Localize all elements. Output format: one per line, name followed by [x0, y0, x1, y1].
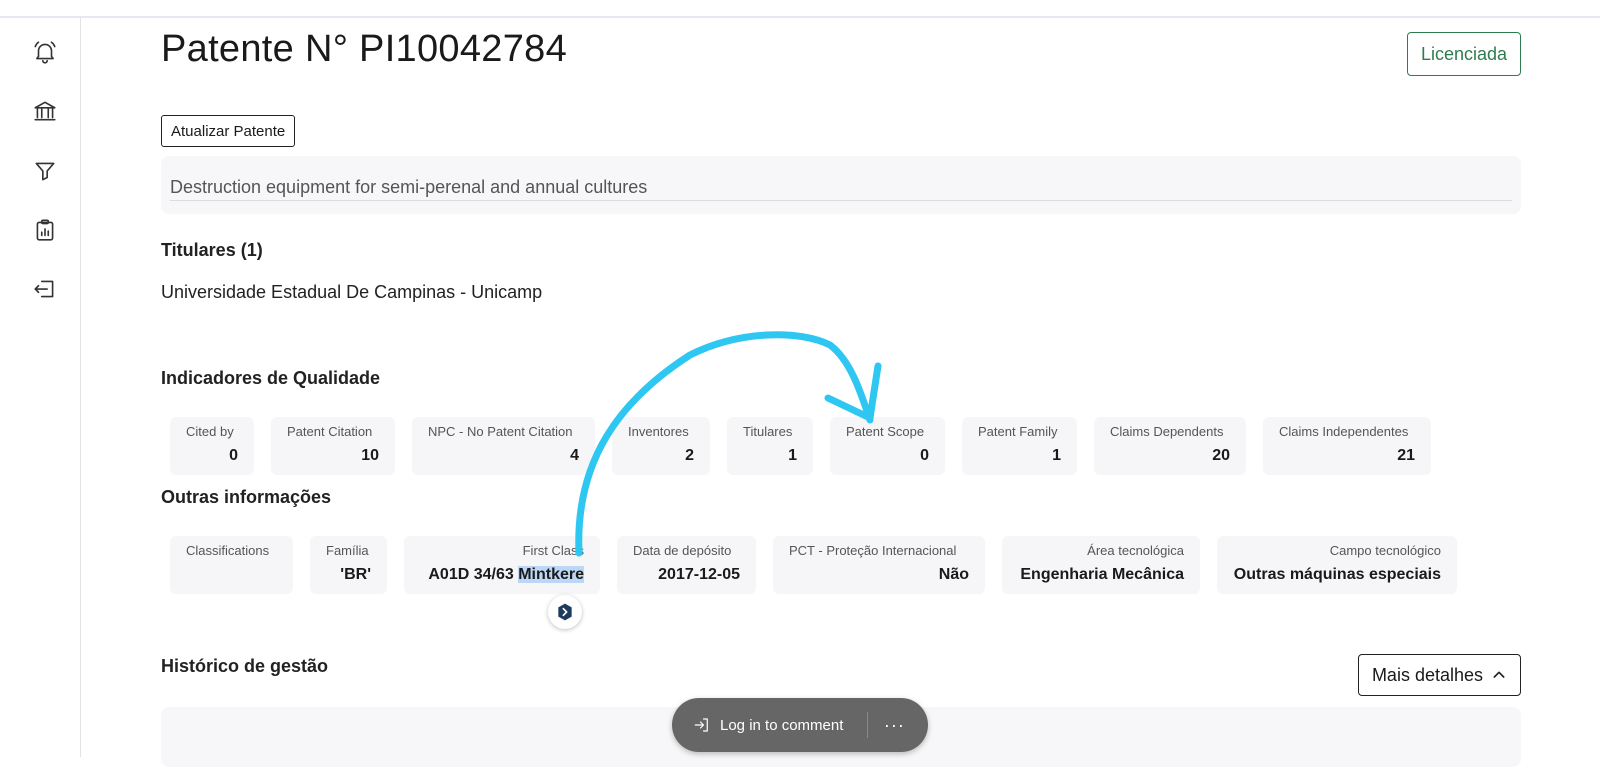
indicator-card-npc: NPC - No Patent Citation 4 — [412, 417, 595, 475]
patent-detail: Patente N° PI10042784 Licenciada Atualiz… — [161, 18, 1521, 767]
indicator-value: 0 — [920, 447, 929, 464]
quality-heading: Indicadores de Qualidade — [161, 368, 381, 388]
info-card-data-deposito: Data de depósito 2017-12-05 — [617, 536, 756, 594]
other-info-cards: Classifications Família 'BR' First Class… — [170, 536, 1457, 594]
logout-icon[interactable] — [31, 275, 59, 303]
page-title: Patente N° PI10042784 — [161, 28, 568, 70]
filter-icon[interactable] — [31, 157, 59, 185]
indicator-card-claims-dependents: Claims Dependents 20 — [1094, 417, 1246, 475]
info-card-area-tecnologica: Área tecnológica Engenharia Mecânica — [1002, 536, 1200, 594]
info-value: Outras máquinas especiais — [1233, 566, 1441, 583]
indicator-card-claims-independentes: Claims Independentes 21 — [1263, 417, 1431, 475]
login-to-comment-label: Log in to comment — [720, 716, 844, 734]
info-label: PCT - Proteção Internacional — [789, 543, 957, 558]
chevron-up-icon — [1493, 671, 1505, 678]
info-value: Não — [938, 566, 969, 583]
more-options-button[interactable]: ··· — [868, 698, 920, 752]
info-label: Campo tecnológico — [1329, 543, 1441, 558]
bank-icon[interactable] — [31, 97, 59, 125]
info-card-pct: PCT - Proteção Internacional Não — [773, 536, 985, 594]
first-class-code: A01D 34/63 — [428, 566, 519, 583]
indicator-value: 4 — [570, 447, 579, 464]
indicator-label: Claims Dependents — [1110, 424, 1224, 439]
sidebar — [0, 18, 81, 757]
indicator-label: Titulares — [743, 424, 793, 439]
info-card-campo-tecnologico: Campo tecnológico Outras máquinas especi… — [1217, 536, 1457, 594]
status-badge: Licenciada — [1406, 32, 1521, 76]
holder-name: Universidade Estadual De Campinas - Unic… — [161, 282, 543, 302]
indicator-label: Patent Family — [978, 424, 1058, 439]
info-label: Família — [326, 543, 369, 558]
info-value: Engenharia Mecânica — [1020, 566, 1184, 583]
indicator-label: NPC - No Patent Citation — [428, 424, 573, 439]
info-card-familia: Família 'BR' — [310, 536, 387, 594]
indicator-label: Patent Citation — [287, 424, 373, 439]
login-to-comment-button[interactable]: Log in to comment — [672, 698, 843, 752]
info-label: Área tecnológica — [1087, 543, 1184, 558]
description-field[interactable] — [170, 174, 1512, 201]
info-card-first-class: First Class A01D 34/63 Mintkere — [404, 536, 600, 594]
quality-cards: Cited by 0 Patent Citation 10 NPC - No P… — [170, 417, 1431, 475]
info-label: Data de depósito — [633, 543, 732, 558]
indicator-label: Claims Independentes — [1279, 424, 1409, 439]
more-details-button[interactable]: Mais detalhes — [1357, 654, 1521, 696]
other-info-heading: Outras informações — [161, 487, 332, 507]
indicator-card-inventores: Inventores 2 — [612, 417, 710, 475]
indicator-card-patent-scope: Patent Scope 0 — [830, 417, 945, 475]
info-card-classifications: Classifications — [170, 536, 293, 594]
more-details-label: Mais detalhes — [1371, 664, 1483, 685]
indicator-value: 2 — [685, 447, 694, 464]
comment-bar: Log in to comment ··· — [672, 698, 928, 752]
info-value: 2017-12-05 — [658, 566, 740, 583]
indicator-value: 1 — [1052, 447, 1061, 464]
indicator-label: Cited by — [186, 424, 234, 439]
indicator-value: 0 — [229, 447, 238, 464]
indicator-card-patent-citation: Patent Citation 10 — [271, 417, 395, 475]
indicator-value: 20 — [1212, 447, 1230, 464]
indicator-card-titulares: Titulares 1 — [727, 417, 813, 475]
extension-icon[interactable] — [548, 595, 582, 629]
selected-text: Mintkere — [518, 566, 584, 583]
indicator-card-cited-by: Cited by 0 — [170, 417, 254, 475]
indicator-value: 1 — [788, 447, 797, 464]
history-heading: Histórico de gestão — [161, 656, 329, 676]
info-value: 'BR' — [340, 566, 371, 583]
holders-heading: Titulares (1) — [161, 240, 263, 260]
update-patent-button[interactable]: Atualizar Patente — [161, 115, 296, 147]
info-label: First Class — [522, 543, 584, 558]
indicator-label: Inventores — [628, 424, 689, 439]
indicator-value: 10 — [361, 447, 379, 464]
clipboard-chart-icon[interactable] — [31, 216, 59, 244]
info-value: A01D 34/63 Mintkere — [420, 566, 584, 584]
info-label: Classifications — [186, 543, 270, 558]
indicator-label: Patent Scope — [846, 424, 925, 439]
login-icon — [694, 718, 708, 732]
indicator-card-patent-family: Patent Family 1 — [962, 417, 1077, 475]
description-box — [161, 156, 1521, 214]
bell-icon[interactable] — [31, 38, 59, 66]
indicator-value: 21 — [1397, 447, 1415, 464]
